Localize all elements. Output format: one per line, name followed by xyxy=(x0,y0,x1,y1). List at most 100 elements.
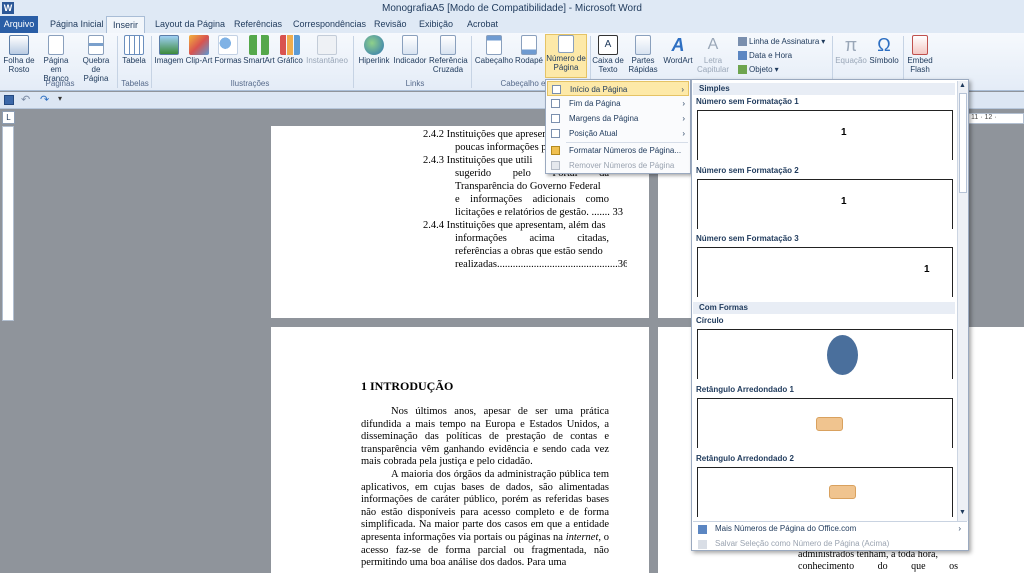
chevron-right-icon: › xyxy=(682,129,685,138)
tab-arquivo[interactable]: Arquivo xyxy=(0,16,38,33)
header-icon xyxy=(486,35,502,55)
paragraph: Nos últimos anos, apesar de ser uma prát… xyxy=(361,406,609,468)
tab-inserir[interactable]: Inserir xyxy=(106,16,146,33)
menu-item-fim-pagina[interactable]: Fim da Página › xyxy=(547,96,689,111)
grafico-button[interactable]: Gráfico xyxy=(276,35,304,65)
tab-correspondencias[interactable]: Correspondências xyxy=(287,16,372,33)
scroll-thumb[interactable] xyxy=(959,93,967,193)
ribbon-tabs: Arquivo Página Inicial Inserir Layout da… xyxy=(0,16,1024,33)
smartart-button[interactable]: SmartArt xyxy=(243,35,275,65)
flash-icon xyxy=(912,35,928,55)
pagina-branco-button[interactable]: Página em Branco xyxy=(37,35,75,83)
separator xyxy=(117,36,118,88)
tab-revisao[interactable]: Revisão xyxy=(368,16,413,33)
gallery-item-sem-formatacao-3[interactable]: 1 xyxy=(697,247,953,297)
gallery-scrollbar[interactable]: ▲ ▼ xyxy=(957,81,968,521)
tab-acrobat[interactable]: Acrobat xyxy=(461,16,504,33)
equacao-button[interactable]: π Equação xyxy=(834,35,868,65)
group-tabelas: Tabelas xyxy=(121,79,149,88)
remove-numbers-icon xyxy=(551,161,560,170)
tab-layout[interactable]: Layout da Página xyxy=(149,16,231,33)
simbolo-button[interactable]: Ω Símbolo xyxy=(868,35,900,65)
wordart-icon: A xyxy=(671,35,685,55)
chart-icon xyxy=(280,35,300,55)
menu-item-formatar-numeros[interactable]: Formatar Números de Página... xyxy=(547,143,689,158)
folha-rosto-button[interactable]: Folha de Rosto xyxy=(3,35,35,74)
tab-referencias[interactable]: Referências xyxy=(228,16,288,33)
cabecalho-button[interactable]: Cabeçalho xyxy=(474,35,514,65)
current-position-icon xyxy=(551,129,560,138)
toc-entry-cont: informações acima citadas, xyxy=(455,233,609,244)
instantaneo-button[interactable]: Instantâneo xyxy=(305,35,349,65)
window-title: MonografiaA5 [Modo de Compatibilidade] -… xyxy=(382,2,642,14)
page-number-icon xyxy=(558,35,574,53)
gallery-item-label: Número sem Formatação 2 xyxy=(696,166,799,175)
clipart-button[interactable]: Clip-Art xyxy=(185,35,213,65)
caixa-texto-button[interactable]: A Caixa de Texto xyxy=(592,35,624,74)
menu-item-margens-pagina[interactable]: Margens da Página › xyxy=(547,111,689,126)
scroll-up-icon[interactable]: ▲ xyxy=(959,82,966,89)
quebra-pagina-button[interactable]: Quebra de Página xyxy=(78,35,114,83)
calendar-icon xyxy=(738,51,747,60)
toc-entry: 2.4.4 Instituições que apresentam, além … xyxy=(423,220,606,231)
objeto-button[interactable]: Objeto ▾ xyxy=(738,65,779,74)
tabela-button[interactable]: Tabela xyxy=(120,35,148,65)
chevron-right-icon: › xyxy=(958,524,961,533)
cover-page-icon xyxy=(9,35,29,55)
linha-assinatura-button[interactable]: Linha de Assinatura ▾ xyxy=(738,37,825,46)
save-selection-item[interactable]: Salvar Seleção como Número de Página (Ac… xyxy=(693,537,967,551)
group-paginas: Páginas xyxy=(45,79,75,88)
scroll-down-icon[interactable]: ▼ xyxy=(959,509,966,516)
chevron-right-icon: › xyxy=(681,85,684,94)
toc-entry-cont: licitações e relatórios de gestão. .....… xyxy=(455,207,623,218)
omega-icon: Ω xyxy=(877,35,891,55)
gallery-item-retangulo-arredondado-1[interactable] xyxy=(697,398,953,448)
tab-selector[interactable]: L xyxy=(2,111,15,124)
partes-rapidas-button[interactable]: Partes Rápidas xyxy=(626,35,660,74)
chevron-down-icon: ▾ xyxy=(774,65,779,74)
menu-item-inicio-pagina[interactable]: Início da Página › xyxy=(547,81,689,96)
document-page[interactable]: 1 INTRODUÇÃO Nos últimos anos, apesar de… xyxy=(271,327,649,573)
blank-page-icon xyxy=(48,35,64,55)
chevron-right-icon: › xyxy=(682,114,685,123)
save-icon[interactable] xyxy=(4,95,14,105)
gallery-item-circulo[interactable] xyxy=(697,329,953,379)
more-page-numbers-item[interactable]: Mais Números de Página do Office.com › xyxy=(693,522,967,536)
gallery-section-com-formas: Com Formas xyxy=(693,302,955,314)
pi-icon: π xyxy=(844,35,858,55)
referencia-cruzada-button[interactable]: Referência Cruzada xyxy=(429,35,468,74)
tab-pagina-inicial[interactable]: Página Inicial xyxy=(44,16,110,33)
separator xyxy=(471,36,472,88)
data-hora-button[interactable]: Data e Hora xyxy=(738,51,792,60)
rounded-rectangle-icon xyxy=(829,485,856,499)
indicador-button[interactable]: Indicador xyxy=(392,35,428,65)
menu-item-remover-numeros[interactable]: Remover Números de Página xyxy=(547,158,689,173)
menu-item-posicao-atual[interactable]: Posição Atual › xyxy=(547,126,689,141)
vertical-ruler xyxy=(2,126,14,321)
redo-icon[interactable]: ↷ xyxy=(40,93,49,106)
footer-icon xyxy=(521,35,537,55)
office-online-icon xyxy=(698,525,707,534)
imagem-button[interactable]: Imagem xyxy=(154,35,184,65)
letra-capitular-button[interactable]: A Letra Capitular xyxy=(694,35,732,74)
gallery-item-label: Retângulo Arredondado 2 xyxy=(696,454,794,463)
gallery-item-sem-formatacao-2[interactable]: 1 xyxy=(697,179,953,229)
text-box-icon: A xyxy=(598,35,618,55)
hiperlink-button[interactable]: Hiperlink xyxy=(356,35,392,65)
numero-pagina-button[interactable]: Número de Página xyxy=(545,34,587,78)
toc-entry-cont: realizadas..............................… xyxy=(455,259,627,270)
customize-qat-icon[interactable]: ▾ xyxy=(58,94,62,103)
page-break-icon xyxy=(88,35,104,55)
quick-parts-icon xyxy=(635,35,651,55)
rodape-button[interactable]: Rodapé xyxy=(514,35,544,65)
gallery-item-retangulo-arredondado-2[interactable] xyxy=(697,467,953,517)
undo-icon[interactable]: ↶ xyxy=(21,93,30,106)
chevron-right-icon: › xyxy=(682,99,685,108)
gallery-item-sem-formatacao-1[interactable]: 1 xyxy=(697,110,953,160)
formas-button[interactable]: Formas xyxy=(214,35,242,65)
embed-flash-button[interactable]: Embed Flash xyxy=(905,35,935,74)
separator xyxy=(151,36,152,88)
tab-exibicao[interactable]: Exibição xyxy=(413,16,459,33)
wordart-button[interactable]: A WordArt xyxy=(662,35,694,65)
gallery-item-label: Número sem Formatação 3 xyxy=(696,234,799,243)
